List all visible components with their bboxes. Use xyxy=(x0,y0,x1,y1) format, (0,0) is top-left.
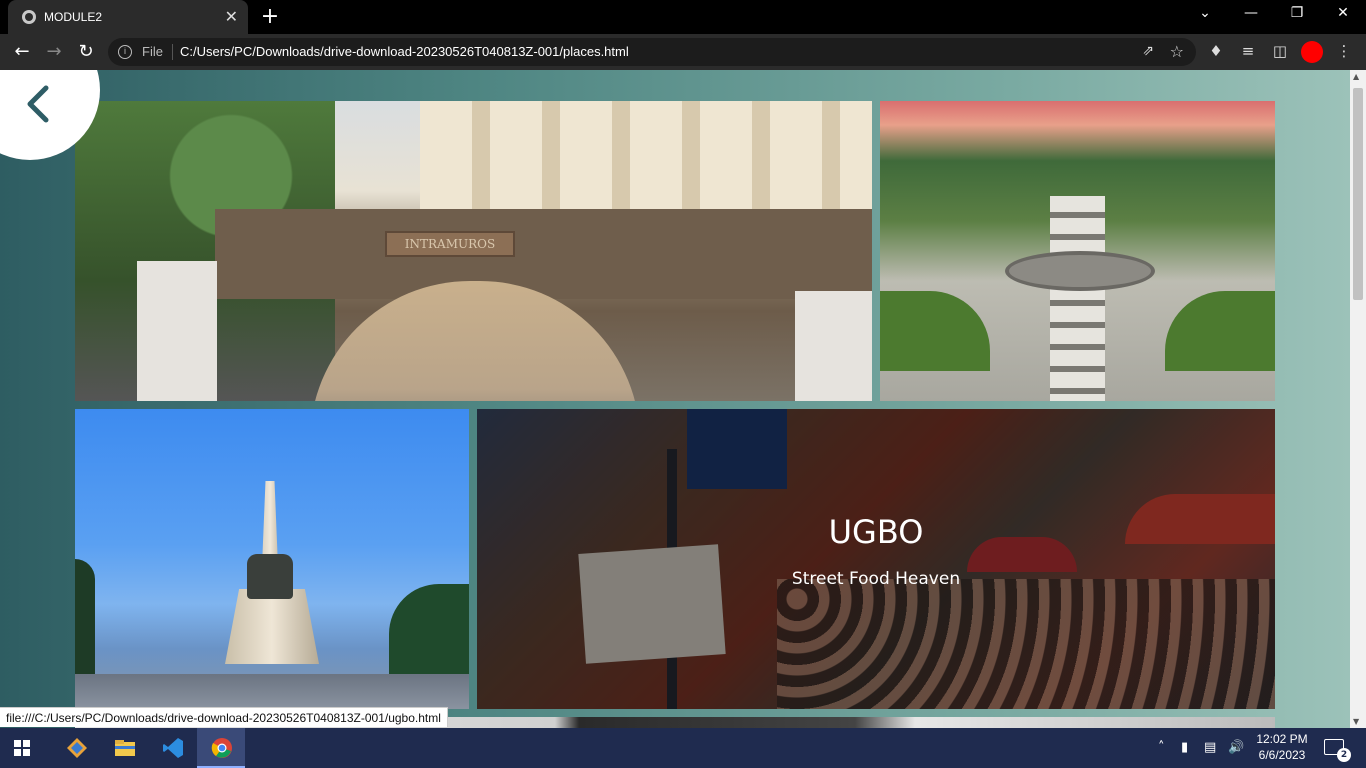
gatepost-image xyxy=(137,261,217,401)
card-overlay xyxy=(477,409,1275,709)
chrome-icon xyxy=(211,738,232,758)
browser-toolbar: ← → ↻ i File C:/Users/PC/Downloads/drive… xyxy=(0,34,1366,70)
arch-image xyxy=(310,281,640,401)
notification-center-icon[interactable]: 2 xyxy=(1324,739,1351,762)
plaza-image xyxy=(1005,251,1155,291)
taskbar-app-chrome[interactable] xyxy=(197,728,245,768)
browser-tab[interactable]: MODULE2 ✕ xyxy=(8,0,248,34)
media-control-icon[interactable]: ≡ xyxy=(1238,42,1258,60)
restore-button[interactable]: ❐ xyxy=(1274,5,1320,21)
notification-count-badge: 2 xyxy=(1337,748,1351,762)
taskbar-app-file-explorer[interactable] xyxy=(100,728,148,768)
forward-nav-icon[interactable]: → xyxy=(42,40,66,64)
place-card-fort-santiago[interactable] xyxy=(880,101,1275,401)
scroll-down-icon[interactable]: ▼ xyxy=(1353,717,1359,726)
scroll-up-icon[interactable]: ▲ xyxy=(1353,72,1359,81)
lawn-image xyxy=(1165,291,1275,371)
taskbar-app-git[interactable] xyxy=(52,728,100,768)
minimize-button[interactable]: — xyxy=(1228,5,1274,21)
statue-image xyxy=(247,554,293,599)
place-card-rizal-monument[interactable] xyxy=(75,409,469,709)
battery-icon[interactable]: ▮ xyxy=(1181,740,1188,755)
taskbar: ˄ ▮ ▤ 🔊 12:02 PM 6/6/2023 2 xyxy=(0,728,1366,768)
tab-search-icon[interactable]: ⌄ xyxy=(1182,5,1228,21)
intramuros-sign: INTRAMUROS xyxy=(385,231,515,257)
side-panel-icon[interactable]: ◫ xyxy=(1270,42,1290,60)
share-icon[interactable]: ⇗ xyxy=(1142,43,1154,59)
card-subtitle: Street Food Heaven xyxy=(791,569,961,589)
menu-icon[interactable]: ⋮ xyxy=(1334,42,1354,60)
git-icon xyxy=(67,738,87,758)
reload-icon[interactable]: ↻ xyxy=(74,40,98,64)
place-card-intramuros[interactable]: INTRAMUROS xyxy=(75,101,872,401)
profile-avatar[interactable] xyxy=(1301,41,1323,63)
lawn-image xyxy=(880,291,990,371)
new-tab-button[interactable]: + xyxy=(258,4,282,29)
chevron-left-icon[interactable] xyxy=(20,84,60,124)
vscode-icon xyxy=(163,738,183,758)
place-card-ugbo[interactable]: UGBO Street Food Heaven xyxy=(477,409,1275,709)
vertical-scrollbar[interactable]: ▲ ▼ xyxy=(1350,70,1366,728)
tab-title: MODULE2 xyxy=(44,10,103,24)
taskbar-app-vscode[interactable] xyxy=(148,728,196,768)
url-text[interactable]: C:/Users/PC/Downloads/drive-download-202… xyxy=(180,44,629,59)
ground-image xyxy=(75,674,469,709)
title-bar: MODULE2 ✕ + ⌄ — ❐ ✕ xyxy=(0,0,1366,34)
scheme-label: File xyxy=(142,44,163,59)
clock-time: 12:02 PM xyxy=(1256,732,1308,746)
walkway-image xyxy=(1050,196,1105,401)
bookmark-star-icon[interactable]: ☆ xyxy=(1170,42,1184,61)
status-link-preview: file:///C:/Users/PC/Downloads/drive-down… xyxy=(0,707,448,727)
separator xyxy=(172,44,173,60)
scrollbar-thumb[interactable] xyxy=(1353,88,1363,300)
wall-image xyxy=(215,209,872,299)
show-hidden-icons-icon[interactable]: ˄ xyxy=(1158,740,1165,755)
trees-image xyxy=(389,584,469,674)
system-clock[interactable]: 12:02 PM 6/6/2023 xyxy=(1252,731,1312,763)
extensions-icon[interactable]: ♦ xyxy=(1206,42,1226,60)
gatepost-image xyxy=(795,291,872,401)
close-tab-icon[interactable]: ✕ xyxy=(225,7,238,26)
windows-start-icon[interactable] xyxy=(14,740,30,756)
page-viewport: INTRAMUROS UGBO Street Food Heaven xyxy=(0,70,1350,728)
back-nav-icon[interactable]: ← xyxy=(10,40,34,64)
clock-date: 6/6/2023 xyxy=(1258,748,1306,762)
info-icon[interactable]: i xyxy=(118,45,132,59)
monument-base-image xyxy=(225,589,319,664)
volume-icon[interactable]: 🔊 xyxy=(1228,740,1244,755)
globe-icon xyxy=(22,10,36,24)
address-bar[interactable]: i File C:/Users/PC/Downloads/drive-downl… xyxy=(108,38,1196,66)
card-title: UGBO xyxy=(828,513,924,551)
folder-icon xyxy=(115,740,135,756)
trees-image xyxy=(75,559,95,679)
close-window-button[interactable]: ✕ xyxy=(1320,5,1366,21)
network-icon[interactable]: ▤ xyxy=(1204,740,1216,755)
